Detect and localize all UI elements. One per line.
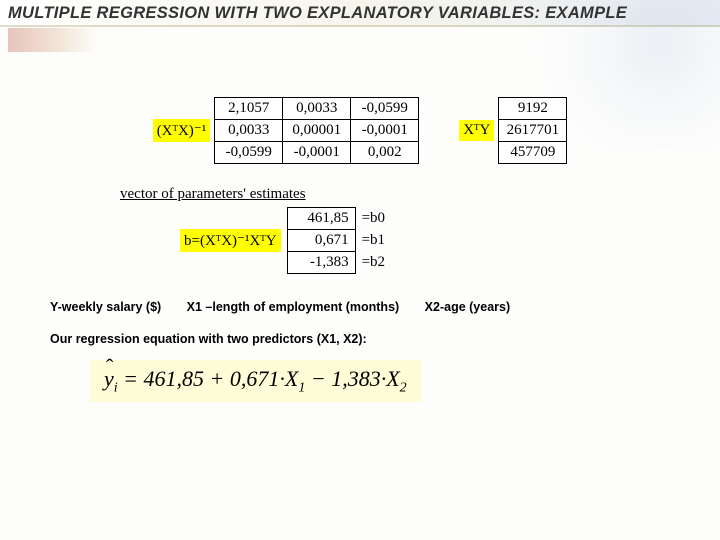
x1-definition: X1 –length of employment (months) (187, 300, 400, 314)
xtx-inverse-matrix: 2,1057 0,0033 -0,0599 0,0033 0,00001 -0,… (214, 97, 419, 164)
b-vector: 461,85 =b0 0,671 =b1 -1,383 =b2 (287, 207, 399, 274)
cell: -0,0599 (351, 98, 419, 120)
cell: 0,002 (351, 142, 419, 164)
xtx-inverse-label: (XᵀX)⁻¹ (153, 119, 211, 142)
xty-label: XᵀY (459, 120, 494, 141)
xty-matrix: 9192 2617701 457709 (498, 97, 567, 164)
eq-b2: 1,383 (331, 366, 381, 391)
cell: 0,0033 (215, 120, 283, 142)
b-name: =b0 (355, 208, 398, 230)
xty-block: XᵀY 9192 2617701 457709 (459, 97, 567, 164)
vector-caption: vector of parameters' estimates (120, 186, 720, 203)
page-title: MULTIPLE REGRESSION WITH TWO EXPLANATORY… (8, 4, 712, 23)
y-definition: Y-weekly salary ($) (50, 300, 161, 314)
eq-b0: 461,85 (144, 366, 205, 391)
equation-caption: Our regression equation with two predict… (50, 332, 720, 346)
cell: 2,1057 (215, 98, 283, 120)
eq-b1: 0,671 (230, 366, 280, 391)
b-coef: 0,671 (287, 230, 355, 252)
x2-definition: X2-age (years) (425, 300, 510, 314)
accent-decoration (8, 28, 98, 52)
cell: 0,00001 (283, 120, 351, 142)
xtx-inverse-block: (XᵀX)⁻¹ 2,1057 0,0033 -0,0599 0,0033 0,0… (153, 97, 420, 164)
b-coef: 461,85 (287, 208, 355, 230)
regression-equation: yi = 461,85 + 0,671·X1 − 1,383·X2 (90, 360, 421, 402)
variables-line: Y-weekly salary ($) X1 –length of employ… (50, 300, 720, 314)
b-vector-block: b=(XᵀX)⁻¹XᵀY 461,85 =b0 0,671 =b1 -1,383… (180, 207, 720, 274)
b-name: =b2 (355, 252, 398, 274)
b-coef: -1,383 (287, 252, 355, 274)
b-label: b=(XᵀX)⁻¹XᵀY (180, 229, 281, 252)
title-bar: MULTIPLE REGRESSION WITH TWO EXPLANATORY… (0, 0, 720, 27)
cell: 2617701 (499, 120, 567, 142)
cell: 457709 (499, 142, 567, 164)
b-name: =b1 (355, 230, 398, 252)
matrices-row: (XᵀX)⁻¹ 2,1057 0,0033 -0,0599 0,0033 0,0… (0, 97, 720, 164)
cell: 9192 (499, 98, 567, 120)
cell: -0,0599 (215, 142, 283, 164)
cell: -0,0001 (283, 142, 351, 164)
cell: -0,0001 (351, 120, 419, 142)
cell: 0,0033 (283, 98, 351, 120)
